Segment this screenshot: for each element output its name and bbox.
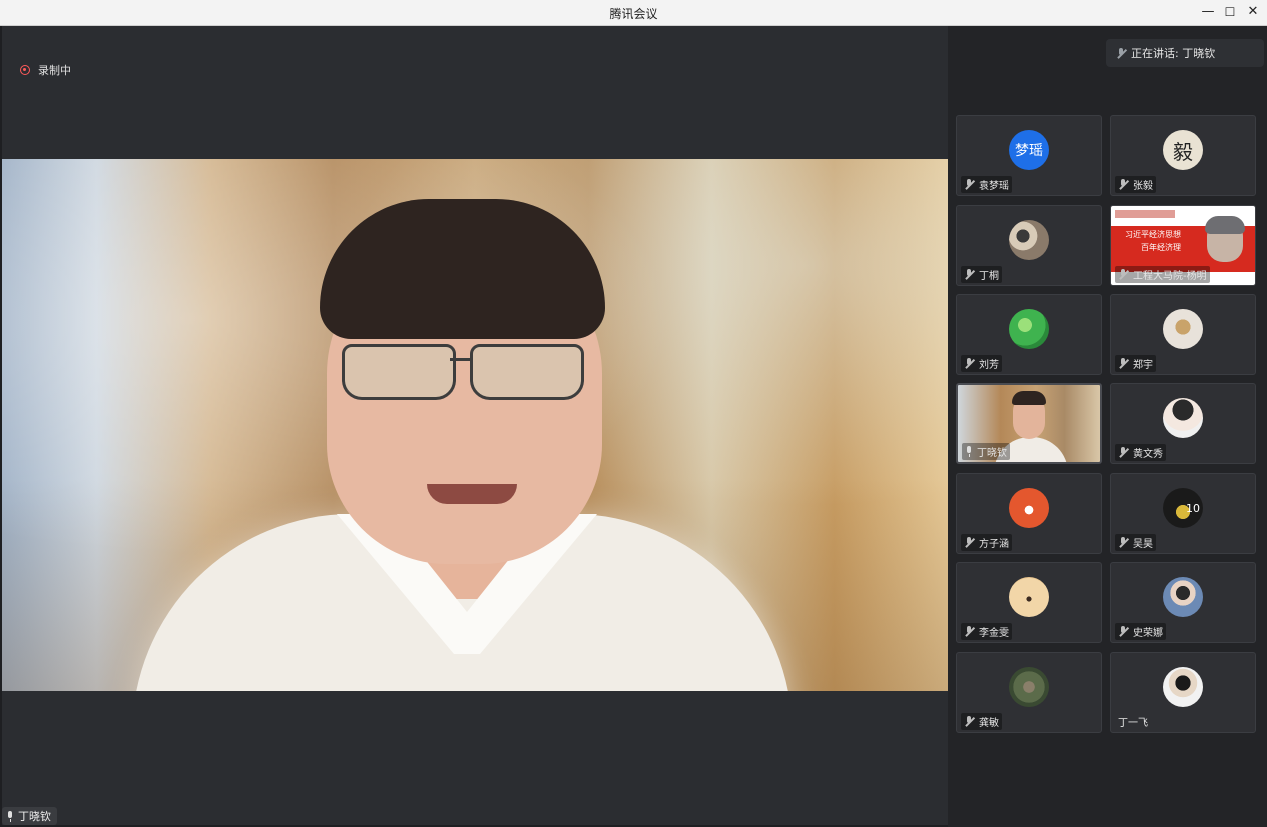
participant-name-label: 张毅 xyxy=(1115,176,1156,193)
presenter-hair xyxy=(1205,216,1245,234)
close-button[interactable]: ✕ xyxy=(1243,3,1263,21)
speaker-name-tag: 丁晓钦 xyxy=(2,807,57,825)
participant-name: 丁桐 xyxy=(979,271,999,282)
participant-tile[interactable]: 龚敏 xyxy=(956,652,1102,733)
participant-name: 丁晓钦 xyxy=(977,448,1007,459)
mic-muted-icon xyxy=(1118,626,1128,637)
avatar xyxy=(1009,220,1049,260)
participant-name-label: 袁梦瑶 xyxy=(961,176,1012,193)
mic-muted-icon xyxy=(1118,179,1128,190)
participant-name: 史荣娜 xyxy=(1133,628,1163,639)
microphone-icon xyxy=(6,810,14,822)
participant-name: 工程大马院-杨明 xyxy=(1133,271,1207,282)
participant-name-label: 丁桐 xyxy=(961,266,1002,283)
participant-tile[interactable]: 毅 张毅 xyxy=(1110,115,1256,196)
minimize-button[interactable]: — xyxy=(1198,3,1218,21)
participant-tile-screen[interactable]: 习近平经济思想 百年经济理 工程大马院-杨明 xyxy=(1110,205,1256,286)
video-hair xyxy=(1012,391,1046,405)
avatar xyxy=(1163,577,1203,617)
participant-tile[interactable]: 10 吴昊 xyxy=(1110,473,1256,554)
participant-tile[interactable]: 刘芳 xyxy=(956,294,1102,375)
main-video-stage[interactable]: 录制中 xyxy=(2,26,948,825)
participant-name: 丁一飞 xyxy=(1118,718,1148,729)
avatar xyxy=(1009,488,1049,528)
mic-muted-icon xyxy=(964,358,974,369)
participant-name-label: 史荣娜 xyxy=(1115,623,1166,640)
maximize-button[interactable]: ☐ xyxy=(1220,3,1240,21)
participant-name-label: 刘芳 xyxy=(961,355,1002,372)
mic-muted-icon xyxy=(964,626,974,637)
participant-name-label: 黄文秀 xyxy=(1115,444,1166,461)
speaker-video xyxy=(2,159,948,691)
avatar xyxy=(1163,309,1203,349)
participant-name-label: 李金雯 xyxy=(961,623,1012,640)
participant-name-label: 龚敏 xyxy=(961,713,1002,730)
avatar: 10 xyxy=(1163,488,1203,528)
participant-tile[interactable]: 丁一飞 xyxy=(1110,652,1256,733)
glasses-lens-right xyxy=(470,344,584,400)
stage-bottom-area xyxy=(2,691,948,825)
window-title: 腾讯会议 xyxy=(609,7,658,21)
participant-tile[interactable]: 黄文秀 xyxy=(1110,383,1256,464)
glasses-lens-left xyxy=(342,344,456,400)
participant-name-label: 工程大马院-杨明 xyxy=(1115,266,1210,283)
participant-tile-active[interactable]: 丁晓钦 xyxy=(956,383,1102,464)
participant-tile[interactable]: 丁桐 xyxy=(956,205,1102,286)
avatar: 梦瑶 xyxy=(1009,130,1049,170)
participant-tile[interactable]: 郑宇 xyxy=(1110,294,1256,375)
avatar xyxy=(1009,309,1049,349)
participant-name: 刘芳 xyxy=(979,360,999,371)
mic-muted-icon xyxy=(1118,537,1128,548)
participant-tile[interactable]: 梦瑶 袁梦瑶 xyxy=(956,115,1102,196)
mic-muted-icon xyxy=(964,269,974,280)
mic-muted-icon xyxy=(1118,358,1128,369)
mic-muted-icon xyxy=(964,716,974,727)
mic-muted-icon xyxy=(964,537,974,548)
microphone-icon xyxy=(965,446,973,457)
stage-top-area xyxy=(2,26,948,159)
mic-muted-icon xyxy=(964,179,974,190)
slide-title-line2: 百年经济理 xyxy=(1141,243,1181,252)
participant-name: 郑宇 xyxy=(1133,360,1153,371)
participant-tile[interactable]: 史荣娜 xyxy=(1110,562,1256,643)
avatar xyxy=(1163,398,1203,438)
participant-name-label: 丁一飞 xyxy=(1115,713,1151,730)
participant-tile[interactable]: 李金雯 xyxy=(956,562,1102,643)
participant-name: 吴昊 xyxy=(1133,539,1153,550)
microphone-icon xyxy=(1116,47,1126,59)
avatar: 毅 xyxy=(1163,130,1203,170)
record-icon xyxy=(20,65,30,75)
participant-name: 方子涵 xyxy=(979,539,1009,550)
speaker-mouth xyxy=(427,484,517,504)
glasses-bridge xyxy=(450,358,472,361)
participant-name: 龚敏 xyxy=(979,718,999,729)
recording-label: 录制中 xyxy=(38,64,71,77)
participant-name-label: 方子涵 xyxy=(961,534,1012,551)
now-speaking-label: 正在讲话: 丁晓钦 xyxy=(1131,47,1216,60)
participant-name-label: 吴昊 xyxy=(1115,534,1156,551)
participant-name: 张毅 xyxy=(1133,181,1153,192)
participant-name: 李金雯 xyxy=(979,628,1009,639)
participant-name-label: 郑宇 xyxy=(1115,355,1156,372)
participant-name: 黄文秀 xyxy=(1133,449,1163,460)
recording-indicator[interactable]: 录制中 xyxy=(20,62,71,78)
mic-muted-icon xyxy=(1118,269,1128,280)
participant-tile[interactable]: 方子涵 xyxy=(956,473,1102,554)
participant-name: 袁梦瑶 xyxy=(979,181,1009,192)
mic-muted-icon xyxy=(1118,447,1128,458)
now-speaking-indicator: 正在讲话: 丁晓钦 xyxy=(1106,39,1264,67)
avatar xyxy=(1009,577,1049,617)
avatar xyxy=(1163,667,1203,707)
speaker-glasses xyxy=(342,344,584,404)
slide-title-line1: 习近平经济思想 xyxy=(1125,230,1181,239)
title-bar: 腾讯会议 — ☐ ✕ xyxy=(0,0,1267,26)
avatar xyxy=(1009,667,1049,707)
participant-name-label: 丁晓钦 xyxy=(962,443,1010,460)
speaker-name: 丁晓钦 xyxy=(18,810,51,823)
slide-header xyxy=(1115,210,1175,218)
